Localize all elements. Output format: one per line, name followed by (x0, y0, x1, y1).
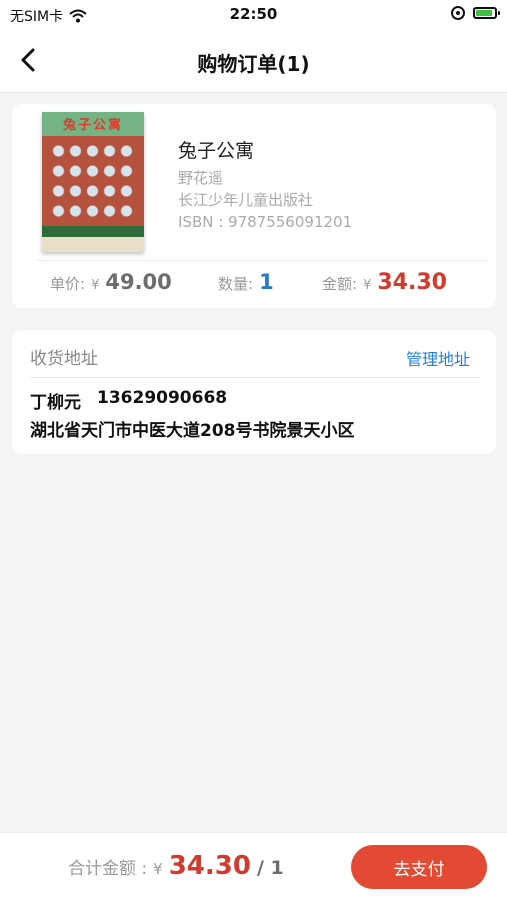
book-info: 兔子公寓 野花遥 长江少年儿童出版社 ISBN : 9787556091201 (178, 136, 352, 233)
total-count: / 1 (256, 857, 284, 879)
cover-footer (42, 237, 144, 252)
battery-icon (473, 7, 500, 19)
pay-button[interactable]: 去支付 (351, 845, 487, 889)
book-isbn: ISBN : 9787556091201 (178, 213, 353, 231)
quantity: 数量: 1 (218, 270, 274, 294)
book-publisher: 长江少年儿童出版社 (178, 191, 314, 209)
product-divider (36, 260, 488, 261)
quantity-value: 1 (259, 270, 274, 294)
total-value: 34.30 (168, 851, 251, 881)
unit-price-label: 单价: (50, 275, 86, 293)
address-divider (30, 377, 480, 378)
recipient-phone: 13629090668 (97, 388, 228, 408)
orientation-lock-icon (451, 6, 465, 20)
address-header: 收货地址 (30, 349, 98, 369)
book-cover[interactable]: 兔子公寓 (42, 112, 144, 252)
amount-value: 34.30 (377, 270, 447, 295)
unit-price: 单价: ¥ 49.00 (50, 270, 172, 294)
status-bar: 无SIM卡 22:50 (0, 0, 507, 30)
book-author: 野花遥 (178, 169, 224, 187)
page-title: 购物订单(1) (197, 52, 310, 76)
total-summary: 合计金额 : ¥ 34.30 / 1 (68, 851, 284, 881)
unit-price-value: 49.00 (105, 270, 172, 294)
book-title: 兔子公寓 (178, 140, 255, 162)
amount-label: 金额: (322, 275, 358, 293)
address-card: 收货地址 管理地址 丁柳元 13629090668 湖北省天门市中医大道208号… (12, 330, 496, 454)
address-line: 湖北省天门市中医大道208号书院景天小区 (30, 421, 355, 441)
unit-price-currency: ¥ (91, 278, 100, 293)
status-right (451, 6, 500, 20)
product-card: 兔子公寓 兔子公寓 野花遥 长江少年儿童出版社 ISBN : 978755609… (12, 104, 496, 308)
total-label: 合计金额 : (68, 859, 148, 879)
quantity-label: 数量: (218, 275, 254, 293)
recipient-name: 丁柳元 (30, 393, 81, 413)
cover-title: 兔子公寓 (62, 118, 123, 133)
amount-currency: ¥ (363, 278, 372, 293)
nav-bar: 购物订单(1) (0, 30, 507, 93)
recipient: 丁柳元 13629090668 (30, 388, 227, 413)
amount: 金额: ¥ 34.30 (322, 270, 447, 295)
total-currency: ¥ (153, 860, 163, 878)
checkout-bar: 合计金额 : ¥ 34.30 / 1 去支付 (0, 832, 507, 901)
cover-band (42, 226, 144, 237)
price-row: 单价: ¥ 49.00 数量: 1 金额: ¥ 34.30 (12, 270, 496, 300)
status-time: 22:50 (229, 5, 278, 23)
cover-illustration (50, 142, 136, 222)
manage-address-link[interactable]: 管理地址 (406, 346, 470, 370)
